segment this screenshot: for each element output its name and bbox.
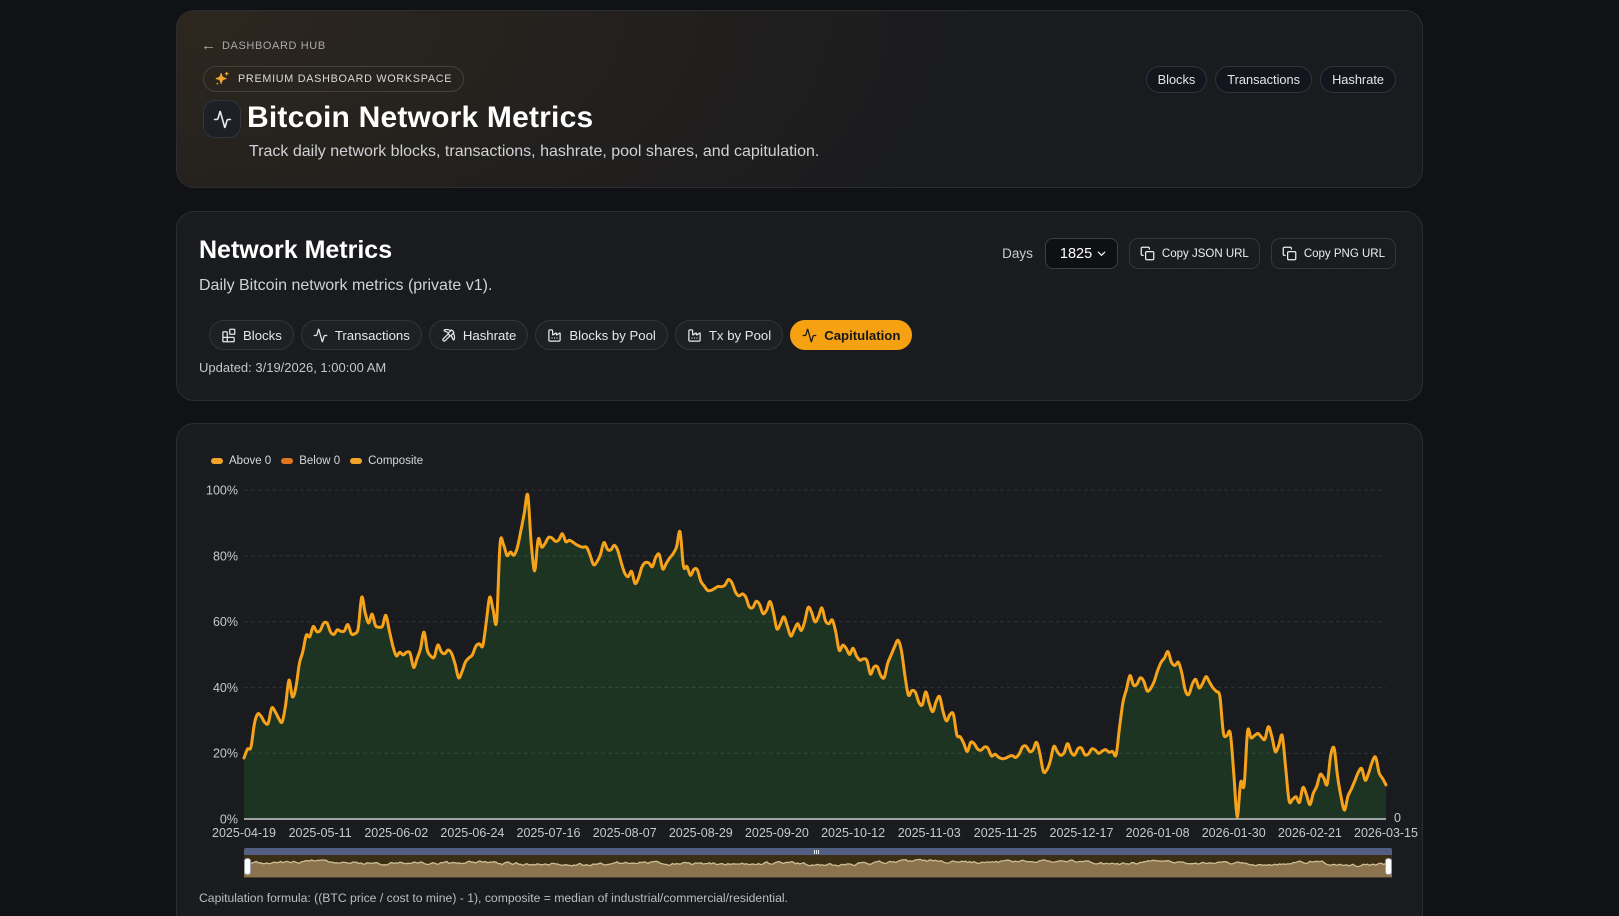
svg-text:2026-01-30: 2026-01-30 bbox=[1202, 826, 1266, 840]
svg-text:2025-10-12: 2025-10-12 bbox=[821, 826, 885, 840]
svg-text:60%: 60% bbox=[213, 615, 238, 629]
svg-text:2025-07-16: 2025-07-16 bbox=[517, 826, 581, 840]
svg-text:20%: 20% bbox=[213, 747, 238, 761]
svg-text:2026-01-08: 2026-01-08 bbox=[1126, 826, 1190, 840]
svg-text:2025-09-20: 2025-09-20 bbox=[745, 826, 809, 840]
svg-text:2025-05-11: 2025-05-11 bbox=[289, 826, 352, 840]
svg-text:2025-11-03: 2025-11-03 bbox=[898, 826, 961, 840]
svg-text:2025-06-02: 2025-06-02 bbox=[364, 826, 428, 840]
svg-text:100%: 100% bbox=[206, 484, 238, 498]
svg-text:2025-11-25: 2025-11-25 bbox=[974, 826, 1037, 840]
svg-text:40%: 40% bbox=[213, 681, 238, 695]
svg-text:2025-04-19: 2025-04-19 bbox=[212, 826, 276, 840]
svg-text:2025-08-07: 2025-08-07 bbox=[593, 826, 657, 840]
svg-text:2025-08-29: 2025-08-29 bbox=[669, 826, 733, 840]
svg-text:2026-03-15: 2026-03-15 bbox=[1354, 826, 1418, 840]
svg-text:0: 0 bbox=[1394, 811, 1401, 825]
svg-text:2026-02-21: 2026-02-21 bbox=[1278, 826, 1342, 840]
svg-text:2025-06-24: 2025-06-24 bbox=[440, 826, 504, 840]
svg-text:0%: 0% bbox=[220, 813, 238, 827]
svg-text:2025-12-17: 2025-12-17 bbox=[1050, 826, 1114, 840]
svg-text:80%: 80% bbox=[213, 549, 238, 563]
